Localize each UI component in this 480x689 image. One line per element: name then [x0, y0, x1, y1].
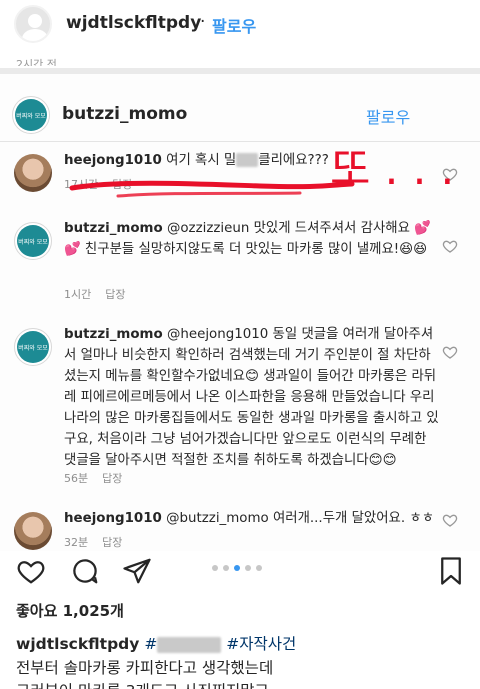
likes-count[interactable]: 좋아요 1,025개 — [16, 600, 124, 621]
comment-meta: 17시간 답장 — [64, 176, 147, 192]
caption-username[interactable]: wjdtlsckfltpdy — [16, 635, 139, 653]
carousel-dot — [223, 565, 229, 571]
commenter-avatar — [14, 512, 52, 550]
avatar-head — [28, 14, 42, 28]
inner-follow-button: 팔로우 — [366, 108, 411, 127]
separator-dot: · — [200, 12, 206, 32]
comment-meta: 32분 답장 — [64, 534, 136, 550]
commenter-avatar — [14, 154, 52, 192]
comment-body: @heejong1010 동일 댓글을 여러개 달아주셔서 얼마나 비슷한지 확… — [64, 327, 439, 468]
comment-username: butzzi_momo — [64, 221, 163, 236]
redacted-hashtag — [157, 636, 222, 653]
comment-time: 17시간 — [64, 178, 99, 191]
heart-icon — [442, 514, 458, 527]
avatar-body — [22, 29, 48, 41]
comment-text: heejong1010 @butzzi_momo 여러개...두개 달았어요. … — [64, 508, 440, 529]
hashtag-link[interactable]: #자작사건 — [226, 635, 296, 653]
post-photo[interactable]: 버찌와 모모 butzzi_momo 팔로우 heejong1010 여기 혹시… — [0, 68, 480, 551]
redacted-text — [236, 153, 259, 167]
avatar[interactable] — [14, 5, 52, 43]
share-icon[interactable] — [122, 556, 152, 586]
comment-text: butzzi_momo @heejong1010 동일 댓글을 여러개 달아주셔… — [64, 324, 440, 471]
heart-icon — [442, 240, 458, 253]
comment-text: heejong1010 여기 혹시 밀 클리에요??? — [64, 150, 440, 171]
comment-meta: 56분 답장 — [64, 470, 136, 486]
comment-body-end: 클리에요??? — [258, 153, 329, 168]
caption-line: 전부터 솔마카롱 카피한다고 생각했는데 — [16, 659, 274, 677]
post-header: wjdtlsckfltpdy · 팔로우 — [0, 0, 480, 50]
heart-icon[interactable] — [16, 556, 46, 586]
comment-body: @butzzi_momo 여러개...두개 달았어요. ㅎㅎ — [161, 511, 435, 526]
caption-line: 그러부이 마카롱 3개드고 사진찌지말고 — [16, 679, 269, 689]
comment-body: 여기 혹시 밀 — [161, 153, 237, 168]
heart-icon — [442, 346, 458, 359]
reply-link: 답장 — [102, 472, 123, 485]
commenter-avatar: 버찌와 모모 — [14, 328, 52, 366]
brand-avatar: 버찌와 모모 — [12, 96, 50, 134]
divider — [0, 68, 480, 74]
comment-username: heejong1010 — [64, 511, 162, 526]
comment-username: butzzi_momo — [64, 327, 163, 342]
carousel-indicator — [212, 565, 262, 571]
comment-icon[interactable] — [70, 556, 100, 586]
comment-time: 32분 — [64, 536, 89, 549]
comment-time: 1시간 — [64, 288, 92, 301]
inner-username: butzzi_momo — [62, 104, 188, 124]
heart-icon — [442, 168, 458, 181]
hashtag-link[interactable]: # — [144, 635, 157, 653]
brand-avatar-label: 버찌와 모모 — [15, 99, 47, 131]
bookmark-icon[interactable] — [436, 556, 466, 586]
caption: wjdtlsckfltpdy # #자작사건 — [16, 632, 296, 654]
inner-post-header: 버찌와 모모 butzzi_momo 팔로우 — [0, 90, 480, 142]
comment-text: butzzi_momo @ozzizzieun 맛있게 드셔주셔서 감사해요 💕… — [64, 218, 440, 260]
carousel-dot — [256, 565, 262, 571]
carousel-dot — [234, 565, 240, 571]
action-bar — [0, 552, 480, 590]
reply-link: 답장 — [112, 178, 133, 191]
brand-avatar-label: 버찌와 모모 — [17, 225, 49, 257]
post-username[interactable]: wjdtlsckfltpdy — [66, 13, 201, 33]
brand-avatar-label: 버찌와 모모 — [17, 331, 49, 363]
commenter-avatar: 버찌와 모모 — [14, 222, 52, 260]
carousel-dot — [245, 565, 251, 571]
comment-username: heejong1010 — [64, 153, 162, 168]
post-time: 2시간 전 — [16, 58, 57, 66]
reply-link: 답장 — [105, 288, 126, 301]
comment-meta: 1시간 답장 — [64, 286, 140, 302]
reply-link: 답장 — [102, 536, 123, 549]
comment-time: 56분 — [64, 472, 89, 485]
follow-button[interactable]: 팔로우 — [212, 13, 256, 37]
carousel-dot — [212, 565, 218, 571]
